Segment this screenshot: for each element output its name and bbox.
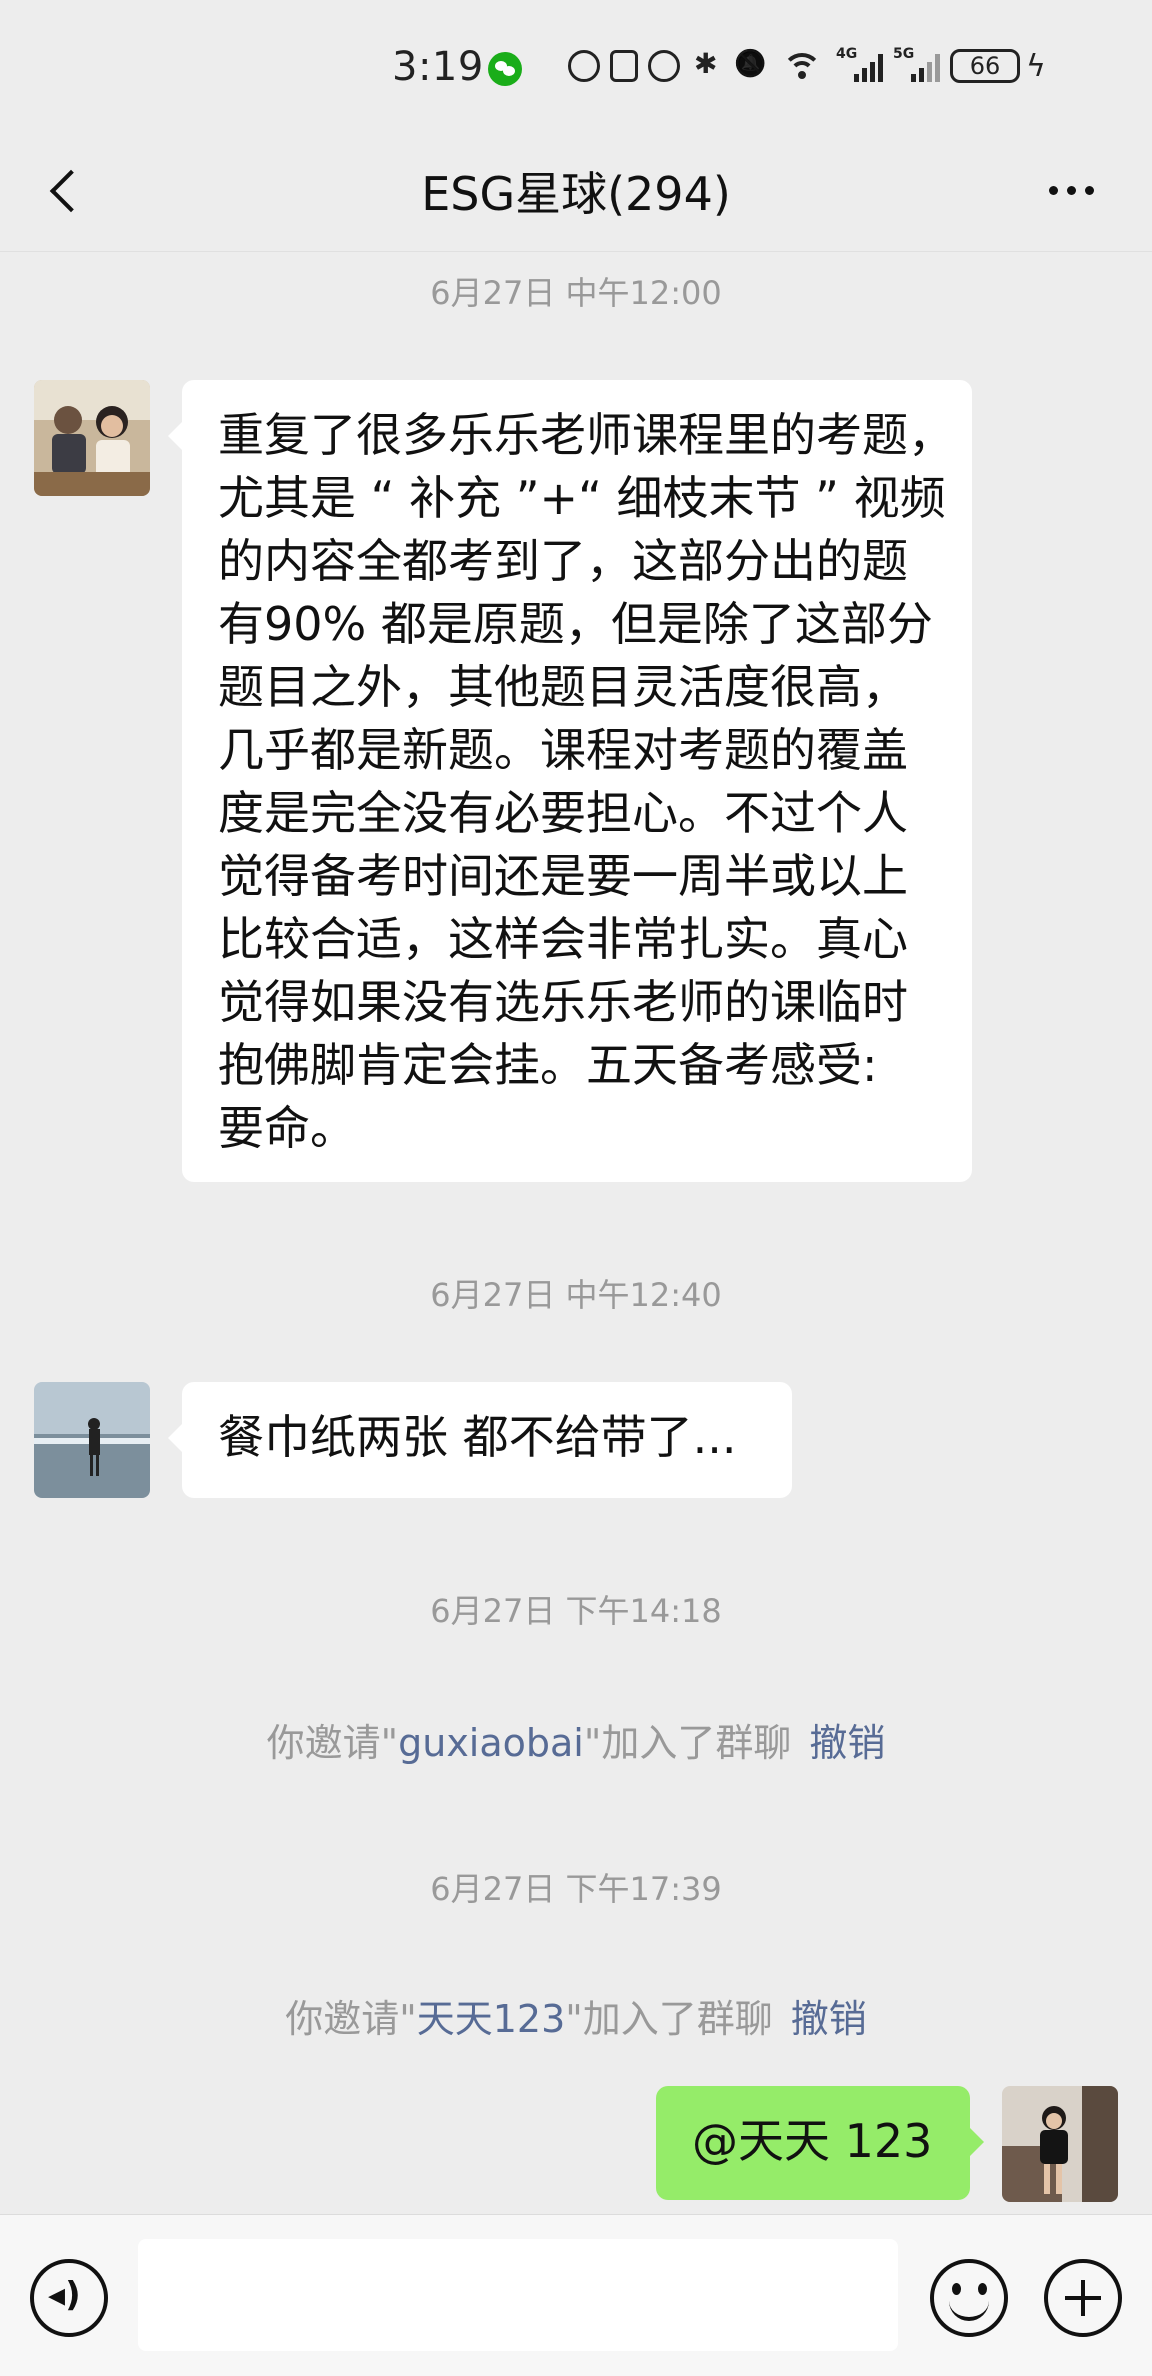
input-bar [0, 2214, 1152, 2376]
wifi-icon [778, 49, 826, 83]
message-line: 重复了很多乐乐老师课程里的考题， [218, 408, 954, 462]
status-time: 3:19 [392, 44, 484, 90]
system-message-text: "加入了群聊 [583, 1721, 792, 1765]
message-bubble[interactable]: 餐巾纸两张 都不给带了... [168, 1382, 792, 1498]
own-avatar[interactable] [1002, 2086, 1118, 2202]
message-text: @天天 123 [692, 2114, 933, 2168]
network-5g-label: 5G [893, 46, 915, 62]
timestamp: 6月27日 中午12:40 [430, 1276, 722, 1314]
avatar-photo-icon [34, 1382, 150, 1498]
message-line: 尤其是 “ 补充 ”+“ 细枝末节 ” 视频 [218, 471, 946, 525]
network-4g-label: 4G [836, 46, 858, 62]
nfc-circle-icon [568, 50, 600, 82]
message-line: 觉得如果没有选乐乐老师的课临时 [218, 975, 908, 1029]
undo-invite-button[interactable]: 撤销 [809, 1721, 885, 1765]
invited-user-link[interactable]: guxiaobai [398, 1721, 584, 1765]
message-line: 觉得备考时间还是要一周半或以上 [218, 849, 908, 903]
timestamp: 6月27日 下午14:18 [430, 1592, 722, 1630]
system-message: 你邀请"天天123"加入了群聊 撤销 [0, 1988, 1152, 2043]
system-message-text: 你邀请" [266, 1721, 399, 1765]
signal-5g-icon: 5G [893, 46, 940, 82]
invited-user-link[interactable]: 天天123 [417, 1997, 566, 2041]
system-icons: 4G 5G 66 ϟ [568, 46, 1046, 86]
message-line: 度是完全没有必要担心。不过个人 [218, 786, 908, 840]
system-message-text: 你邀请" [285, 1997, 417, 2041]
avatar-photo-icon [34, 380, 150, 496]
system-message-text: "加入了群聊 [565, 1997, 773, 2041]
message-line: 比较合适，这样会非常扎实。真心 [218, 912, 908, 966]
charging-icon: ϟ [1026, 48, 1046, 84]
message-bubble[interactable]: 重复了很多乐乐老师课程里的考题， 尤其是 “ 补充 ”+“ 细枝末节 ” 视频 … [168, 380, 972, 1182]
mute-icon [734, 49, 768, 83]
avatar-photo-icon [1002, 2086, 1118, 2202]
message-line: 题目之外，其他题目灵活度很高， [218, 660, 908, 714]
avatar[interactable] [34, 1382, 150, 1498]
message-input[interactable] [138, 2239, 898, 2351]
chat-title: ESG星球(294) [421, 167, 731, 221]
signal-4g-icon: 4G [836, 46, 883, 82]
message-text: 餐巾纸两张 都不给带了... [218, 1410, 737, 1464]
chat-header: ESG星球(294) [0, 130, 1152, 252]
more-functions-button[interactable] [1044, 2259, 1122, 2337]
nfc-icon [610, 50, 638, 82]
message-line: 几乎都是新题。课程对考题的覆盖 [218, 723, 908, 777]
system-message: 你邀请"guxiaobai"加入了群聊 撤销 [0, 1712, 1152, 1767]
own-message-bubble[interactable]: @天天 123 [656, 2086, 984, 2200]
status-bar: 3:19 4G 5G 66 ϟ [0, 0, 1152, 130]
wechat-notification-icon [488, 52, 522, 86]
voice-input-button[interactable] [30, 2259, 108, 2337]
message-line: 的内容全都考到了，这部分出的题 [218, 534, 908, 588]
message-line: 有90% 都是原题，但是除了这部分 [218, 597, 933, 651]
message-line: 抱佛脚肯定会挂。五天备考感受: [218, 1038, 878, 1092]
emoji-button[interactable] [930, 2259, 1008, 2337]
more-options-button[interactable] [1036, 160, 1106, 220]
timestamp: 6月27日 下午17:39 [430, 1870, 722, 1908]
avatar[interactable] [34, 380, 150, 496]
undo-invite-button[interactable]: 撤销 [791, 1997, 867, 2041]
message-line: 要命。 [218, 1101, 356, 1155]
bluetooth-icon [690, 47, 724, 83]
battery-icon: 66 [950, 49, 1020, 83]
alarm-icon [648, 50, 680, 82]
timestamp: 6月27日 中午12:00 [430, 274, 722, 312]
chat-screen: 3:19 4G 5G 66 ϟ [0, 0, 1152, 2376]
